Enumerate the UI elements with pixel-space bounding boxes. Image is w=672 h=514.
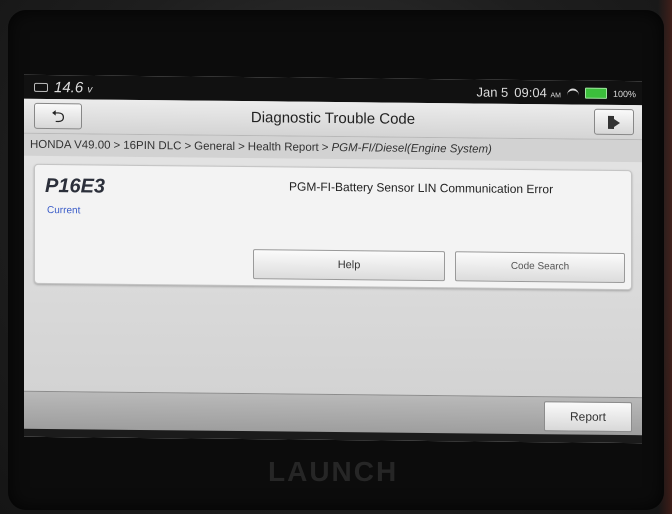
dtc-code: P16E3 bbox=[45, 174, 106, 198]
report-button[interactable]: Report bbox=[544, 401, 632, 433]
breadcrumb-separator: > bbox=[321, 141, 329, 154]
page-title: Diagnostic Trouble Code bbox=[250, 109, 416, 128]
breadcrumb-item[interactable]: General bbox=[194, 141, 235, 153]
breadcrumb-separator: > bbox=[113, 139, 121, 152]
dtc-description: PGM-FI-Battery Sensor LIN Communication … bbox=[289, 179, 554, 197]
voltage-readout: 14.6 v bbox=[54, 79, 92, 96]
dtc-status: Current bbox=[47, 205, 81, 217]
date: Jan 5 bbox=[476, 84, 509, 100]
breadcrumb-item[interactable]: Health Report bbox=[248, 141, 319, 154]
breadcrumb-separator: > bbox=[184, 140, 192, 153]
help-button[interactable]: Help bbox=[253, 249, 445, 282]
status-bar-right: Jan 5 09:04 AM 100% bbox=[476, 85, 636, 102]
time: 09:04 bbox=[514, 84, 547, 101]
car-battery-icon bbox=[34, 82, 48, 93]
content-area: P16E3 Current PGM-FI-Battery Sensor LIN … bbox=[24, 155, 642, 398]
battery-icon bbox=[584, 87, 607, 99]
breadcrumb-separator: > bbox=[238, 141, 245, 154]
breadcrumb-item[interactable]: 16PIN DLC bbox=[123, 140, 181, 153]
wifi-icon bbox=[567, 88, 579, 98]
dtc-card: P16E3 Current PGM-FI-Battery Sensor LIN … bbox=[34, 163, 632, 291]
breadcrumb-item[interactable]: HONDA V49.00 bbox=[30, 139, 111, 152]
clock: 09:04 AM bbox=[514, 85, 561, 100]
exit-button[interactable] bbox=[594, 108, 634, 136]
code-search-button[interactable]: Code Search bbox=[455, 251, 625, 284]
brand-logo: LAUNCH bbox=[268, 456, 399, 487]
exit-icon bbox=[608, 115, 620, 128]
ampm: AM bbox=[550, 92, 561, 100]
voltage-value: 14.6 bbox=[54, 79, 84, 97]
voltage-unit: v bbox=[87, 84, 93, 96]
breadcrumb-item-current: PGM-FI/Diesel(Engine System) bbox=[331, 141, 492, 156]
device-screen: 14.6 v Jan 5 09:04 AM 100% ⮌ Diagnostic … bbox=[24, 74, 642, 444]
battery-percent: 100% bbox=[612, 88, 636, 99]
status-bar-left: 14.6 v bbox=[34, 79, 92, 97]
